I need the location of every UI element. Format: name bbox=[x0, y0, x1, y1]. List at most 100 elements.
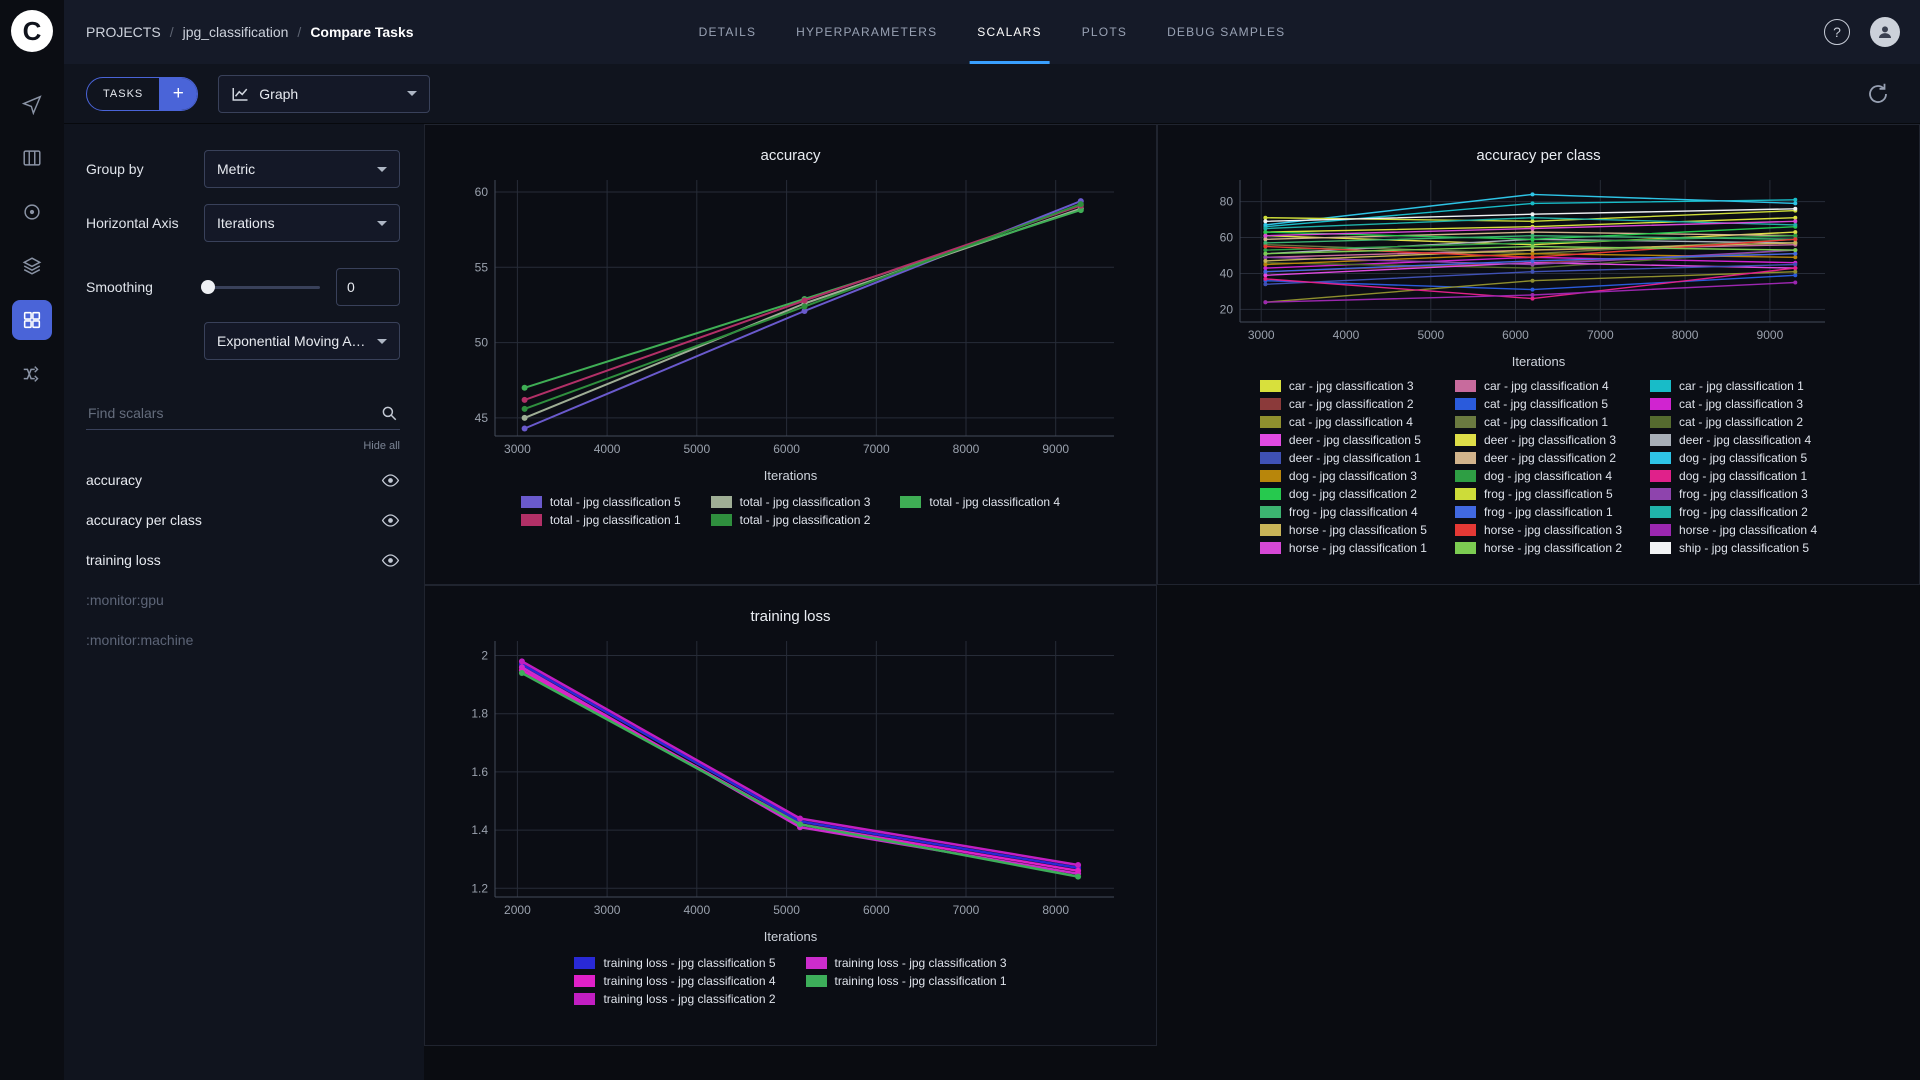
legend-item[interactable]: training loss - jpg classification 2 bbox=[574, 992, 776, 1006]
metric-row-accuracy-per-class[interactable]: accuracy per class bbox=[86, 500, 400, 540]
legend-item[interactable]: cat - jpg classification 5 bbox=[1454, 397, 1622, 411]
visibility-eye-icon[interactable] bbox=[381, 551, 400, 570]
slider-knob[interactable] bbox=[201, 280, 215, 294]
sidebar-item-reports[interactable] bbox=[12, 246, 52, 286]
metric-row-training-loss[interactable]: training loss bbox=[86, 540, 400, 580]
legend-item[interactable]: horse - jpg classification 5 bbox=[1259, 523, 1427, 537]
legend-item[interactable]: total - jpg classification 1 bbox=[520, 513, 681, 527]
metric-row-monitor-machine[interactable]: :monitor:machine bbox=[86, 620, 400, 660]
search-input[interactable] bbox=[86, 403, 400, 422]
legend-item[interactable]: total - jpg classification 2 bbox=[710, 513, 870, 527]
metric-row-monitor-gpu[interactable]: :monitor:gpu bbox=[86, 580, 400, 620]
smoothing-row: Smoothing bbox=[86, 268, 400, 306]
legend-item[interactable]: car - jpg classification 3 bbox=[1259, 379, 1427, 393]
sidebar-item-projects[interactable] bbox=[12, 84, 52, 124]
horizontal-axis-label: Horizontal Axis bbox=[86, 215, 179, 231]
refresh-icon[interactable] bbox=[1860, 81, 1896, 107]
legend-item[interactable]: total - jpg classification 3 bbox=[710, 495, 870, 509]
tab-plots[interactable]: PLOTS bbox=[1062, 0, 1147, 64]
visibility-eye-icon[interactable] bbox=[381, 471, 400, 490]
smoothing-value-input[interactable] bbox=[336, 268, 400, 306]
legend-item[interactable]: horse - jpg classification 1 bbox=[1259, 541, 1427, 555]
tab-hyperparameters[interactable]: HYPERPARAMETERS bbox=[776, 0, 957, 64]
scalars-settings-panel: Group by Metric Horizontal Axis Iteratio… bbox=[64, 124, 424, 1080]
legend-item[interactable]: horse - jpg classification 4 bbox=[1650, 523, 1817, 537]
legend-swatch bbox=[1259, 506, 1281, 518]
legend-swatch bbox=[710, 514, 732, 526]
accuracy-per-class-plot[interactable]: 3000 4000 5000 6000 7000 8000 9000 20 40 60 80 bbox=[1198, 170, 1839, 348]
tab-details[interactable]: DETAILS bbox=[679, 0, 777, 64]
legend-item[interactable]: dog - jpg classification 1 bbox=[1650, 469, 1817, 483]
legend-label: cat - jpg classification 4 bbox=[1288, 415, 1413, 429]
legend-item[interactable]: dog - jpg classification 3 bbox=[1259, 469, 1427, 483]
legend-item[interactable]: car - jpg classification 2 bbox=[1259, 397, 1427, 411]
training-loss-plot[interactable]: 2000 3000 4000 5000 6000 7000 8000 1.2 1.4 1.6 1.8… bbox=[453, 631, 1128, 923]
legend-swatch bbox=[574, 975, 596, 987]
legend-item[interactable]: training loss - jpg classification 4 bbox=[574, 974, 776, 988]
visibility-eye-icon[interactable] bbox=[381, 511, 400, 530]
legend-item[interactable]: deer - jpg classification 1 bbox=[1259, 451, 1427, 465]
legend-item[interactable]: cat - jpg classification 4 bbox=[1259, 415, 1427, 429]
orchestration-icon bbox=[23, 366, 39, 382]
view-type-dropdown[interactable]: Graph bbox=[218, 74, 431, 113]
tab-bar: DETAILS HYPERPARAMETERS SCALARS PLOTS DEBUG … bbox=[679, 0, 1306, 64]
legend-item[interactable]: cat - jpg classification 1 bbox=[1454, 415, 1622, 429]
svg-text:8000: 8000 bbox=[1042, 903, 1069, 917]
legend-item[interactable]: deer - jpg classification 2 bbox=[1454, 451, 1622, 465]
sidebar-item-datasets[interactable] bbox=[12, 138, 52, 178]
avatar[interactable] bbox=[1870, 17, 1900, 47]
legend-item[interactable]: dog - jpg classification 5 bbox=[1650, 451, 1817, 465]
legend-item[interactable]: cat - jpg classification 3 bbox=[1650, 397, 1817, 411]
legend-item[interactable]: deer - jpg classification 3 bbox=[1454, 433, 1622, 447]
accuracy-plot[interactable]: 3000 4000 5000 6000 7000 8000 9000 45 50 55 60 bbox=[453, 170, 1128, 462]
legend-item[interactable]: deer - jpg classification 4 bbox=[1650, 433, 1817, 447]
legend-swatch bbox=[1454, 380, 1476, 392]
breadcrumb-project[interactable]: jpg_classification bbox=[183, 24, 289, 40]
svg-text:6000: 6000 bbox=[773, 442, 800, 456]
legend-item[interactable]: cat - jpg classification 2 bbox=[1650, 415, 1817, 429]
add-task-button[interactable]: + bbox=[159, 77, 198, 110]
search-icon[interactable] bbox=[380, 404, 398, 422]
legend-item[interactable]: ship - jpg classification 5 bbox=[1650, 541, 1817, 555]
horizontal-axis-select[interactable]: Iterations bbox=[204, 204, 400, 242]
tasks-button-group: TASKS + bbox=[86, 76, 199, 111]
sidebar-item-orchestration[interactable] bbox=[12, 354, 52, 394]
tasks-button[interactable]: TASKS bbox=[87, 78, 159, 110]
legend-item[interactable]: horse - jpg classification 3 bbox=[1454, 523, 1622, 537]
sidebar-item-applications[interactable] bbox=[12, 300, 52, 340]
tab-scalars[interactable]: SCALARS bbox=[957, 0, 1061, 64]
breadcrumb-projects[interactable]: PROJECTS bbox=[86, 24, 161, 40]
group-by-select[interactable]: Metric bbox=[204, 150, 400, 188]
legend-swatch bbox=[1454, 506, 1476, 518]
legend-item[interactable]: total - jpg classification 5 bbox=[520, 495, 681, 509]
legend-item[interactable]: deer - jpg classification 5 bbox=[1259, 433, 1427, 447]
smoothing-method-select[interactable]: Exponential Moving Av... bbox=[204, 322, 400, 360]
legend-item[interactable]: horse - jpg classification 2 bbox=[1454, 541, 1622, 555]
smoothing-slider[interactable] bbox=[201, 280, 320, 294]
legend-item[interactable]: car - jpg classification 1 bbox=[1650, 379, 1817, 393]
hide-all-button[interactable]: Hide all bbox=[86, 440, 400, 452]
legend-item[interactable]: frog - jpg classification 1 bbox=[1454, 505, 1622, 519]
legend-label: training loss - jpg classification 5 bbox=[603, 956, 776, 970]
legend-item[interactable]: frog - jpg classification 4 bbox=[1259, 505, 1427, 519]
sidebar-item-pipelines[interactable] bbox=[12, 192, 52, 232]
legend-item[interactable]: training loss - jpg classification 3 bbox=[805, 956, 1007, 970]
legend-item[interactable]: training loss - jpg classification 1 bbox=[805, 974, 1007, 988]
tab-debug-samples[interactable]: DEBUG SAMPLES bbox=[1147, 0, 1305, 64]
help-icon[interactable]: ? bbox=[1824, 19, 1850, 45]
legend-swatch bbox=[1650, 542, 1672, 554]
metric-row-accuracy[interactable]: accuracy bbox=[86, 460, 400, 500]
svg-text:1.2: 1.2 bbox=[471, 881, 488, 895]
legend-item[interactable]: total - jpg classification 4 bbox=[900, 495, 1060, 509]
legend-item[interactable]: dog - jpg classification 4 bbox=[1454, 469, 1622, 483]
legend-item[interactable]: car - jpg classification 4 bbox=[1454, 379, 1622, 393]
legend-item[interactable]: frog - jpg classification 3 bbox=[1650, 487, 1817, 501]
svg-text:1.4: 1.4 bbox=[471, 823, 488, 837]
legend-swatch bbox=[520, 496, 542, 508]
legend-item[interactable]: dog - jpg classification 2 bbox=[1259, 487, 1427, 501]
legend-item[interactable]: frog - jpg classification 2 bbox=[1650, 505, 1817, 519]
legend-item[interactable]: frog - jpg classification 5 bbox=[1454, 487, 1622, 501]
legend-item[interactable]: training loss - jpg classification 5 bbox=[574, 956, 776, 970]
projects-icon bbox=[21, 95, 42, 115]
clearml-logo[interactable]: C bbox=[11, 10, 53, 52]
